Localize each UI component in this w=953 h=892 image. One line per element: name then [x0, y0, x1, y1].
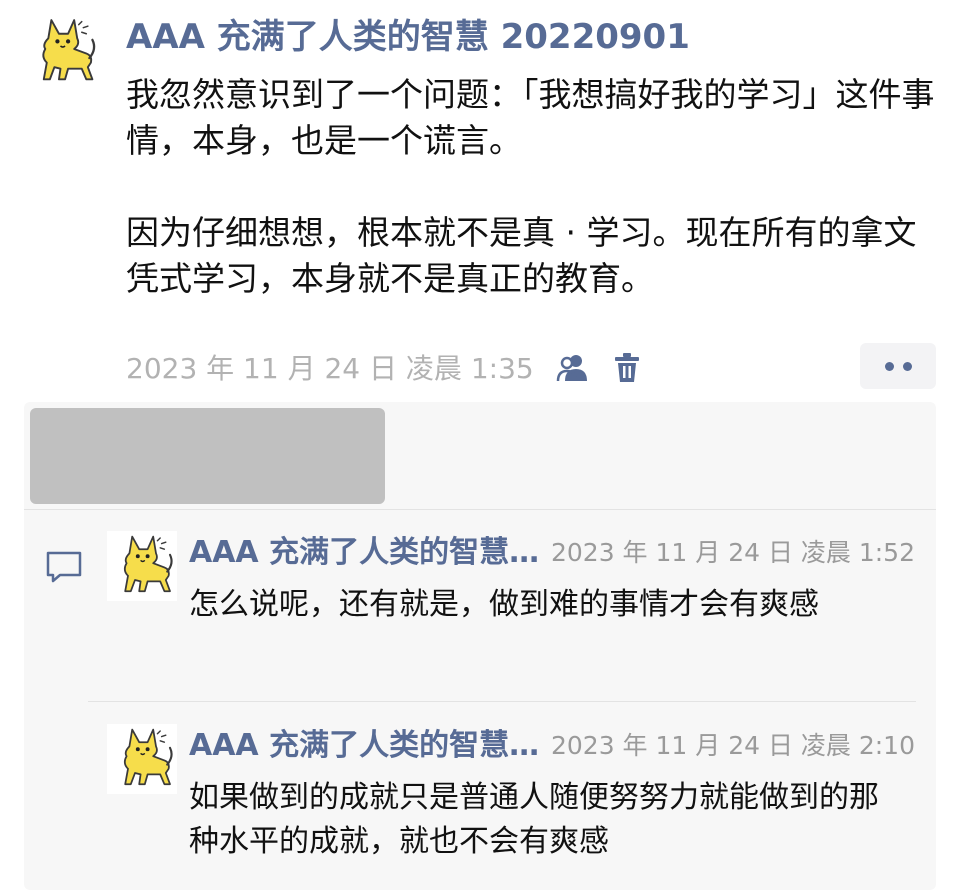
post-author-name[interactable]: AAA 充满了人类的智慧 20220901: [126, 14, 690, 60]
more-actions-button[interactable]: [860, 343, 936, 389]
redacted-area: [30, 408, 385, 504]
yellow-cat-icon: [123, 535, 173, 593]
comment-author-name[interactable]: AAA 充满了人类的智慧 20220901: [189, 724, 549, 768]
post-meta-row: 2023 年 11 月 24 日 凌晨 1:35: [126, 344, 644, 390]
comment-author-name[interactable]: AAA 充满了人类的智慧 20220901: [189, 531, 549, 575]
divider: [88, 701, 916, 702]
people-icon[interactable]: [556, 350, 590, 384]
comment-timestamp: 2023 年 11 月 24 日 凌晨 1:52: [550, 538, 915, 567]
yellow-cat-icon: [42, 19, 96, 81]
post-paragraph: 我忽然意识到了一个问题：「我想搞好我的学习」这件事情，本身，也是一个谎言。: [126, 75, 935, 160]
comment-author-avatar[interactable]: [107, 724, 177, 794]
comment-text[interactable]: 怎么说呢，还有就是，做到难的事情才会有爽感: [189, 583, 899, 627]
post-timestamp: 2023 年 11 月 24 日 凌晨 1:35: [126, 352, 534, 385]
comment-timestamp: 2023 年 11 月 24 日 凌晨 2:10: [550, 731, 915, 760]
interaction-panel: AAA 充满了人类的智慧 20220901 2023 年 11 月 24 日 凌…: [24, 402, 936, 890]
comment-author-avatar[interactable]: [107, 531, 177, 601]
comment-text[interactable]: 如果做到的成就只是普通人随便努努力就能做到的那种水平的成就，就也不会有爽感: [189, 776, 899, 864]
post-author-avatar[interactable]: [24, 14, 100, 90]
more-dots-icon: [884, 361, 894, 371]
trash-icon[interactable]: [610, 350, 644, 384]
post-paragraph: 因为仔细想想，根本就不是真 · 学习。现在所有的拿文凭式学习，本身就不是真正的教…: [126, 213, 917, 298]
divider: [24, 509, 936, 510]
comment-bubble-icon: [46, 551, 82, 583]
yellow-cat-icon: [123, 728, 173, 786]
post-body: 我忽然意识到了一个问题：「我想搞好我的学习」这件事情，本身，也是一个谎言。 因为…: [126, 72, 936, 302]
